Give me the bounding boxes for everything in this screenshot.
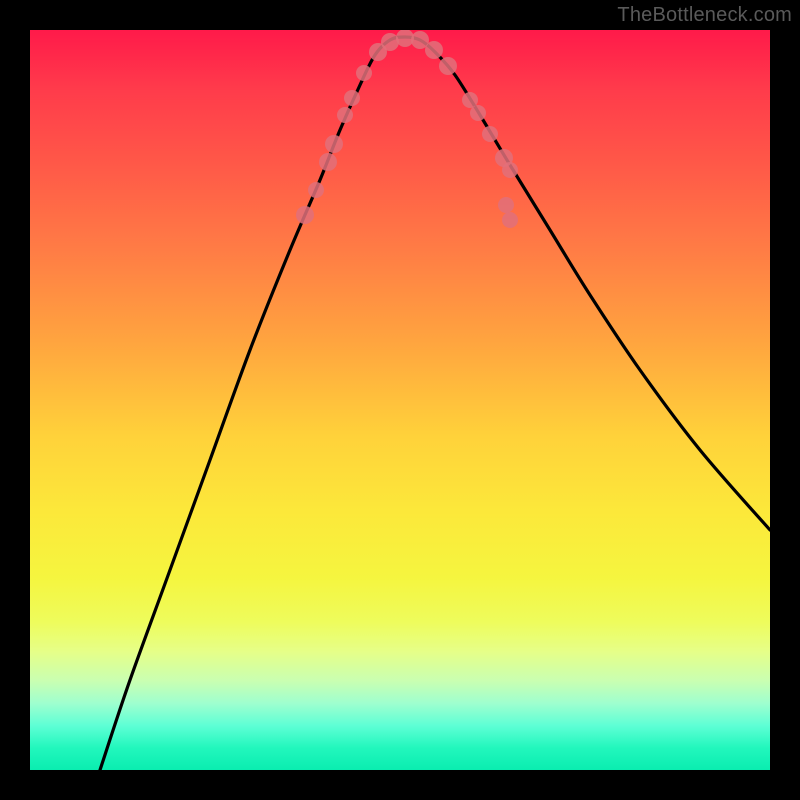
- highlight-dot: [337, 107, 353, 123]
- highlight-dot: [502, 162, 518, 178]
- highlight-dot: [319, 153, 337, 171]
- highlight-dot: [502, 212, 518, 228]
- highlight-dot: [296, 206, 314, 224]
- highlight-dot: [482, 126, 498, 142]
- chart-frame: TheBottleneck.com: [0, 0, 800, 800]
- highlight-dot: [308, 182, 324, 198]
- highlight-dots: [296, 30, 518, 228]
- highlight-dot: [425, 41, 443, 59]
- highlight-dot: [498, 197, 514, 213]
- highlight-dot: [325, 135, 343, 153]
- plot-area: [30, 30, 770, 770]
- curve-layer: [30, 30, 770, 770]
- highlight-dot: [470, 105, 486, 121]
- watermark-text: TheBottleneck.com: [617, 4, 792, 27]
- bottleneck-curve: [100, 37, 770, 770]
- highlight-dot: [356, 65, 372, 81]
- highlight-dot: [439, 57, 457, 75]
- highlight-dot: [344, 90, 360, 106]
